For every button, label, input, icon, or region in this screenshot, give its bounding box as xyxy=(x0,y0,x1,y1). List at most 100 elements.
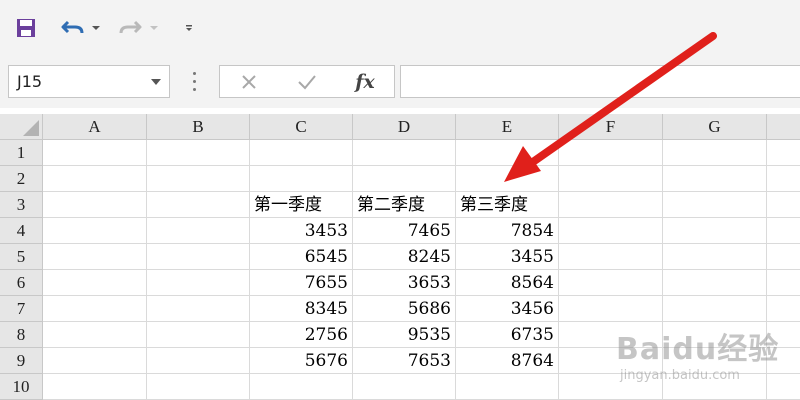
cell-b4[interactable] xyxy=(147,218,250,244)
cell-e6[interactable]: 8564 xyxy=(456,270,559,296)
cell-f4[interactable] xyxy=(559,218,663,244)
cell-b5[interactable] xyxy=(147,244,250,270)
cell-b2[interactable] xyxy=(147,166,250,192)
cell-d8[interactable]: 9535 xyxy=(353,322,456,348)
cell-e3[interactable]: 第三季度 xyxy=(456,192,559,218)
cell-e9[interactable]: 8764 xyxy=(456,348,559,374)
cell-c10[interactable] xyxy=(250,374,353,400)
cell-e2[interactable] xyxy=(456,166,559,192)
cell-a7[interactable] xyxy=(43,296,147,322)
cell-e1[interactable] xyxy=(456,140,559,166)
column-header-d[interactable]: D xyxy=(353,114,456,140)
cell-f7[interactable] xyxy=(559,296,663,322)
cell-e5[interactable]: 3455 xyxy=(456,244,559,270)
cell-b1[interactable] xyxy=(147,140,250,166)
cell-a9[interactable] xyxy=(43,348,147,374)
row-header-7[interactable]: 7 xyxy=(0,296,43,322)
cell-f2[interactable] xyxy=(559,166,663,192)
cell-a4[interactable] xyxy=(43,218,147,244)
insert-function-button[interactable]: fx xyxy=(350,70,380,94)
cell-f5[interactable] xyxy=(559,244,663,270)
column-header-e[interactable]: E xyxy=(456,114,559,140)
cell-d10[interactable] xyxy=(353,374,456,400)
cell-c7[interactable]: 8345 xyxy=(250,296,353,322)
cell-g6[interactable] xyxy=(663,270,767,296)
cell-e8[interactable]: 6735 xyxy=(456,322,559,348)
cell-d7[interactable]: 5686 xyxy=(353,296,456,322)
name-box-dropdown-icon[interactable] xyxy=(151,79,161,85)
column-header-a[interactable]: A xyxy=(43,114,147,140)
cell-c6[interactable]: 7655 xyxy=(250,270,353,296)
cell-a8[interactable] xyxy=(43,322,147,348)
cell-a1[interactable] xyxy=(43,140,147,166)
cell-g9[interactable] xyxy=(663,348,767,374)
cell-d6[interactable]: 3653 xyxy=(353,270,456,296)
select-all-button[interactable] xyxy=(0,114,43,140)
cell-b6[interactable] xyxy=(147,270,250,296)
column-header-f[interactable]: F xyxy=(559,114,663,140)
cell-g8[interactable] xyxy=(663,322,767,348)
row-header-4[interactable]: 4 xyxy=(0,218,43,244)
row-header-9[interactable]: 9 xyxy=(0,348,43,374)
cell-c3[interactable]: 第一季度 xyxy=(250,192,353,218)
cell-g7[interactable] xyxy=(663,296,767,322)
cell-g2[interactable] xyxy=(663,166,767,192)
cell-d5[interactable]: 8245 xyxy=(353,244,456,270)
cell-b8[interactable] xyxy=(147,322,250,348)
cell-f9[interactable] xyxy=(559,348,663,374)
cell-c8[interactable]: 2756 xyxy=(250,322,353,348)
cell-d1[interactable] xyxy=(353,140,456,166)
row-header-1[interactable]: 1 xyxy=(0,140,43,166)
cell-c5[interactable]: 6545 xyxy=(250,244,353,270)
cell-a5[interactable] xyxy=(43,244,147,270)
cell-e4[interactable]: 7854 xyxy=(456,218,559,244)
save-button[interactable] xyxy=(12,14,40,42)
row-header-10[interactable]: 10 xyxy=(0,374,43,400)
redo-button[interactable] xyxy=(115,14,145,42)
undo-dropdown-button[interactable] xyxy=(89,14,103,42)
row-header-6[interactable]: 6 xyxy=(0,270,43,296)
cell-g4[interactable] xyxy=(663,218,767,244)
cell-f6[interactable] xyxy=(559,270,663,296)
cell-b10[interactable] xyxy=(147,374,250,400)
cell-e10[interactable] xyxy=(456,374,559,400)
cell-c1[interactable] xyxy=(250,140,353,166)
cell-b9[interactable] xyxy=(147,348,250,374)
cell-c2[interactable] xyxy=(250,166,353,192)
customize-toolbar-button[interactable] xyxy=(180,14,198,42)
grip-icon[interactable] xyxy=(193,72,197,92)
row-header-8[interactable]: 8 xyxy=(0,322,43,348)
spreadsheet-grid[interactable]: A B C D E F G 1 2 3 第一季度 第二季度 第三季度 4 3453 7465 7854 5 6545… xyxy=(0,114,800,400)
cell-d9[interactable]: 7653 xyxy=(353,348,456,374)
cell-d3[interactable]: 第二季度 xyxy=(353,192,456,218)
column-header-c[interactable]: C xyxy=(250,114,353,140)
cell-f3[interactable] xyxy=(559,192,663,218)
cell-d2[interactable] xyxy=(353,166,456,192)
cell-g3[interactable] xyxy=(663,192,767,218)
redo-dropdown-button[interactable] xyxy=(147,14,161,42)
name-box[interactable]: J15 xyxy=(8,65,170,98)
cell-b7[interactable] xyxy=(147,296,250,322)
column-header-g[interactable]: G xyxy=(663,114,767,140)
row-header-5[interactable]: 5 xyxy=(0,244,43,270)
cell-c9[interactable]: 5676 xyxy=(250,348,353,374)
cell-g10[interactable] xyxy=(663,374,767,400)
cell-c4[interactable]: 3453 xyxy=(250,218,353,244)
enter-button[interactable] xyxy=(292,70,322,94)
cell-e7[interactable]: 3456 xyxy=(456,296,559,322)
column-header-b[interactable]: B xyxy=(147,114,250,140)
cell-f10[interactable] xyxy=(559,374,663,400)
cell-a2[interactable] xyxy=(43,166,147,192)
cell-a6[interactable] xyxy=(43,270,147,296)
cell-b3[interactable] xyxy=(147,192,250,218)
cell-g1[interactable] xyxy=(663,140,767,166)
cell-a3[interactable] xyxy=(43,192,147,218)
undo-button[interactable] xyxy=(58,14,88,42)
cell-a10[interactable] xyxy=(43,374,147,400)
cell-f1[interactable] xyxy=(559,140,663,166)
row-header-3[interactable]: 3 xyxy=(0,192,43,218)
row-header-2[interactable]: 2 xyxy=(0,166,43,192)
formula-input[interactable] xyxy=(400,65,800,98)
cancel-button[interactable] xyxy=(234,70,264,94)
cell-d4[interactable]: 7465 xyxy=(353,218,456,244)
